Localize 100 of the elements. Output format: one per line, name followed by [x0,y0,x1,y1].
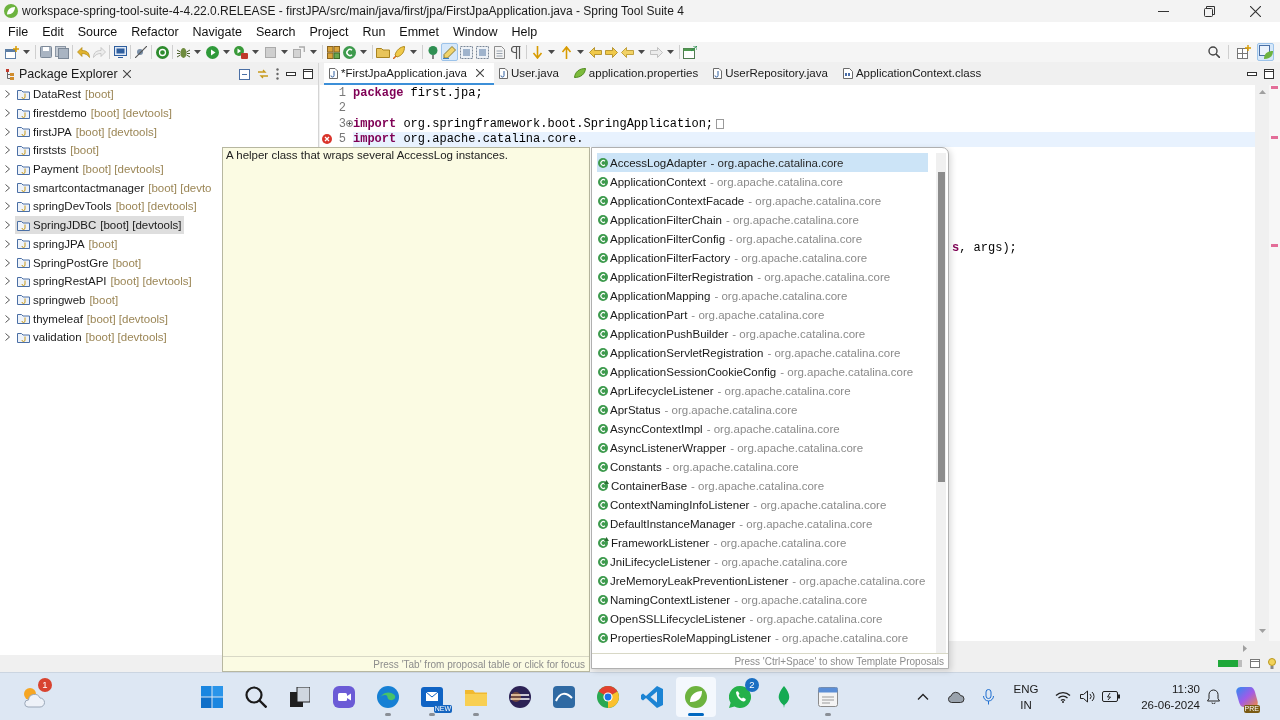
menu-item[interactable]: Run [355,25,393,39]
pin-icon[interactable] [427,45,439,59]
tree-item[interactable]: validation [boot] [devtools] [15,328,170,347]
scrollbar[interactable] [936,153,946,653]
menu-item[interactable]: Refactor [124,25,186,39]
chevron-up-icon[interactable] [917,693,929,700]
microphone-icon[interactable] [982,688,994,705]
swirl-icon[interactable] [377,685,399,708]
restore-icon[interactable] [1203,5,1215,17]
proposal-item[interactable]: FrameworkListener - org.apache.catalina.core [597,533,928,552]
chevron-right-icon[interactable] [5,314,10,323]
caret-icon[interactable] [223,50,230,54]
feather-icon[interactable] [393,45,405,59]
taskbar-button[interactable]: 1 [13,676,53,717]
start-icon[interactable] [201,685,223,708]
striped-circle-icon[interactable] [509,685,531,708]
proposal-item[interactable]: DefaultInstanceManager - org.apache.catalina.core [597,514,928,533]
editor-tab[interactable]: ApplicationContext.class [837,63,992,85]
proposal-item[interactable]: ApplicationSessionCookieConfig - org.apache.catalina.core [597,362,928,381]
ring-circle-icon[interactable] [155,45,169,59]
search-icon[interactable] [245,685,267,708]
tree-item[interactable]: DataRest [boot] [15,85,117,104]
caret-icon[interactable] [667,50,674,54]
caret-icon[interactable] [252,50,259,54]
close-icon[interactable] [122,70,131,78]
proposal-item[interactable]: AccessLogAdapter - org.apache.catalina.core [597,153,928,172]
document-icon[interactable] [493,45,505,59]
bug-icon[interactable] [176,45,190,59]
overview-marker[interactable] [1271,136,1278,139]
proposal-item[interactable]: ApplicationContextFacade - org.apache.catalina.core [597,191,928,210]
minimize-icon[interactable] [1247,72,1257,76]
window-icon[interactable] [1250,659,1260,668]
tree-item[interactable]: firststs [boot] [15,141,102,160]
caret-icon[interactable] [23,50,30,54]
proposal-item[interactable]: AsyncContextImpl - org.apache.catalina.core [597,419,928,438]
cloud-icon[interactable] [947,690,965,703]
tree-item[interactable]: springDevTools [boot] [devtools] [15,197,200,216]
proposal-item[interactable]: ApplicationFilterChain - org.apache.catalina.core [597,210,928,229]
menu-item[interactable]: Edit [35,25,71,39]
battery-icon[interactable] [1102,691,1120,702]
caret-icon[interactable] [360,50,367,54]
caret-icon[interactable] [577,50,584,54]
proposal-item[interactable]: ContextNamingInfoListener - org.apache.catalina.core [597,495,928,514]
tree-item[interactable]: Payment [boot] [devtools] [15,160,167,179]
chevron-right-icon[interactable] [5,333,10,342]
menu-item[interactable]: Source [70,25,125,39]
perspective-button[interactable] [1257,43,1274,61]
chevron-right-icon[interactable] [5,146,10,155]
video-camera-icon[interactable] [333,685,355,708]
close-icon[interactable] [1249,5,1261,17]
search-icon[interactable] [1208,46,1220,58]
proposal-item[interactable]: ContainerBase - org.apache.catalina.core [597,476,928,495]
menu-item[interactable]: Help [504,25,545,39]
tree-item[interactable]: smartcontactmanager [boot] [devto [15,178,215,197]
close-icon[interactable] [475,69,484,77]
menu-item[interactable]: Emmet [392,25,446,39]
menu-item[interactable]: File [1,25,36,39]
proposal-item[interactable]: ApplicationFilterConfig - org.apache.catalina.core [597,229,928,248]
new-window-icon[interactable] [5,45,19,59]
speaker-icon[interactable] [1079,690,1095,703]
proposal-item[interactable]: ApplicationContext - org.apache.catalina.core [597,172,928,191]
language-button[interactable]: ENG IN [1002,676,1050,717]
proposal-item[interactable]: ApplicationMapping - org.apache.catalina.core [597,286,928,305]
tree-item[interactable]: thymeleaf [boot] [devtools] [15,309,172,328]
monitor-icon[interactable] [113,46,127,58]
tree-item[interactable]: SpringPostGre [boot] [15,253,145,272]
proposal-item[interactable]: AprLifecycleListener - org.apache.catalina.core [597,381,928,400]
bell-icon[interactable] [1206,689,1220,704]
tree-item[interactable]: springRestAPI [boot] [devtools] [15,272,195,291]
gradient-swirl-icon[interactable] [1236,685,1258,708]
leaf-circle-icon[interactable] [685,685,707,708]
collapse-all-icon[interactable] [239,68,250,80]
minimize-icon[interactable] [1157,10,1169,12]
editor-tab[interactable]: application.properties [568,63,709,85]
proposal-item[interactable]: JreMemoryLeakPreventionListener - org.apache.catalina.core [597,571,928,590]
minimize-icon[interactable] [286,72,296,76]
scrollbar-thumb[interactable] [937,172,945,482]
caret-icon[interactable] [281,50,288,54]
play-square-icon[interactable] [234,45,248,59]
tricolor-circle-icon[interactable] [597,685,619,708]
tree-item[interactable]: firestdemo [boot] [devtools] [15,104,175,123]
slash-icon[interactable] [135,46,147,58]
caret-icon[interactable] [548,50,555,54]
editor-tab[interactable]: UserRepository.java [708,63,838,85]
tree-item[interactable]: springweb [boot] [15,290,122,309]
play-icon[interactable] [205,45,219,59]
proposal-item[interactable]: ApplicationPart - org.apache.catalina.core [597,305,928,324]
clock-button[interactable]: 11:30 26-06-2024 [1132,676,1204,717]
document-window-icon[interactable] [818,686,838,707]
arc-tile-icon[interactable] [553,685,575,708]
tree-item[interactable]: firstJPA [boot] [devtools] [15,122,160,141]
c-circle-icon[interactable] [342,45,356,59]
proposal-item[interactable]: Constants - org.apache.catalina.core [597,457,928,476]
proposal-item[interactable]: NamingContextListener - org.apache.catalina.core [597,590,928,609]
proposal-item[interactable]: AprStatus - org.apache.catalina.core [597,400,928,419]
proposal-item[interactable]: ApplicationFilterFactory - org.apache.catalina.core [597,248,928,267]
chevron-right-icon[interactable] [5,90,10,99]
phone-bubble-icon[interactable] [729,685,751,708]
wifi-icon[interactable] [1055,690,1071,703]
proposal-item[interactable]: OpenSSLLifecycleListener - org.apache.catalina.core [597,609,928,628]
